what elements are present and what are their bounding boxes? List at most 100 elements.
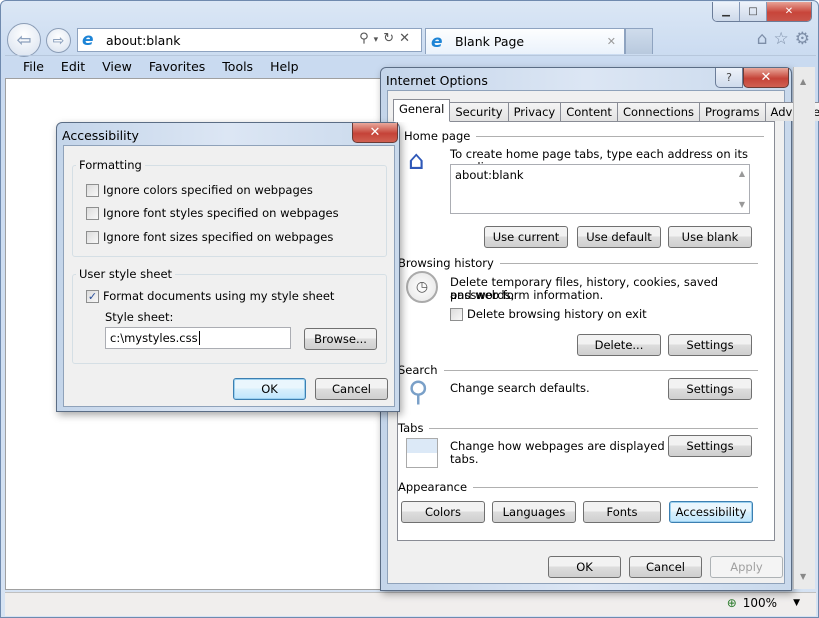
dropdown-icon[interactable]: ▾ [374,35,384,45]
options-tabs: General Security Privacy Content Connect… [393,99,819,122]
dialog-body: General Security Privacy Content Connect… [387,90,819,584]
refresh-icon[interactable]: ↻ [383,31,399,46]
menu-edit[interactable]: Edit [61,59,85,74]
close-dialog-button[interactable]: ✕ [352,123,398,143]
scroll-up-icon[interactable]: ▲ [800,77,806,86]
checkbox-box[interactable] [86,230,99,244]
maximize-button[interactable]: □ [740,2,767,21]
cancel-button[interactable]: Cancel [315,378,388,400]
page-scrollbar[interactable]: ▲ ▼ [793,67,815,589]
style-sheet-input[interactable]: c:\mystyles.css [105,327,291,349]
close-window-button[interactable]: ✕ [767,2,811,21]
format-documents-checkbox[interactable]: ✓ Format documents using my style sheet [86,289,334,303]
delete-history-button[interactable]: Delete... [577,334,661,356]
use-blank-button[interactable]: Use blank [668,226,752,248]
fonts-button[interactable]: Fonts [583,501,661,523]
scroll-down-icon[interactable]: ▼ [800,572,806,581]
tabs-description-1: Change how webpages are displayed in [450,439,679,453]
ok-button[interactable]: OK [233,378,306,400]
home-page-value: about:blank [455,168,524,182]
history-description-2: and web form information. [450,288,604,302]
zoom-control[interactable]: ⊕ 100% ▼ [727,596,800,610]
checkbox-box[interactable] [86,206,99,220]
help-button[interactable]: ? [715,68,743,88]
menu-tools[interactable]: Tools [222,59,253,74]
tab-programs[interactable]: Programs [699,102,766,121]
delete-on-exit-checkbox[interactable]: Delete browsing history on exit [450,307,647,321]
dialog-title: Internet Options [386,73,488,88]
stop-icon[interactable]: ✕ [399,31,415,46]
zoom-level: 100% [742,596,778,610]
zoom-icon: ⊕ [726,596,737,610]
window-caption-buttons: ▁ □ ✕ [712,2,812,22]
status-bar: ⊕ 100% ▼ [5,592,816,616]
ie-logo-icon: e [82,30,94,50]
use-default-button[interactable]: Use default [577,226,661,248]
search-description: Change search defaults. [450,381,590,395]
history-clock-icon: ◷ [406,271,438,303]
address-input[interactable]: about:blank [106,33,181,48]
ignore-colors-checkbox[interactable]: Ignore colors specified on webpages [86,183,313,197]
forward-button[interactable]: ⇨ [46,28,71,53]
accessibility-button[interactable]: Accessibility [669,501,753,523]
browser-tab[interactable]: e Blank Page ✕ [425,28,625,54]
magnifier-icon: ⚲ [408,375,429,408]
tab-general[interactable]: General [393,99,451,122]
tab-connections[interactable]: Connections [616,102,701,121]
favorites-star-icon[interactable]: ☆ [774,29,789,49]
search-settings-button[interactable]: Settings [668,378,752,400]
home-icon: ⌂ [408,146,425,176]
dialog-title: Accessibility [62,128,139,143]
checkbox-label: Ignore font sizes specified on webpages [103,230,334,244]
ignore-font-sizes-checkbox[interactable]: Ignore font sizes specified on webpages [86,230,333,244]
new-tab-button[interactable] [625,28,653,54]
menu-view[interactable]: View [102,59,132,74]
menu-file[interactable]: File [23,59,44,74]
checkbox-label: Format documents using my style sheet [103,289,335,303]
languages-button[interactable]: Languages [492,501,576,523]
zoom-dropdown-icon[interactable]: ▼ [793,598,800,608]
back-button[interactable]: ⇦ [7,23,41,57]
search-icon[interactable]: ⚲ [359,31,374,46]
tab-privacy[interactable]: Privacy [507,102,562,121]
use-current-button[interactable]: Use current [484,226,568,248]
tabs-section: Tabs [398,421,758,435]
menu-favorites[interactable]: Favorites [149,59,205,74]
formatting-label: Formatting [76,158,145,172]
browse-button[interactable]: Browse... [304,328,377,350]
home-page-textarea[interactable]: about:blank ▲ ▼ [450,164,750,214]
tab-security[interactable]: Security [449,102,509,121]
section-label: Appearance [398,480,468,494]
forward-arrow-icon: ⇨ [52,32,65,49]
home-icon[interactable]: ⌂ [757,29,768,49]
minimize-button[interactable]: ▁ [713,2,740,21]
address-bar[interactable]: e about:blank ⚲▾↻✕ [77,28,422,52]
ignore-font-styles-checkbox[interactable]: Ignore font styles specified on webpages [86,206,339,220]
tabs-settings-button[interactable]: Settings [668,435,752,457]
history-settings-button[interactable]: Settings [668,334,752,356]
tabs-description-2: tabs. [450,452,479,466]
tab-content[interactable]: Content [560,102,618,121]
accessibility-dialog: Accessibility ✕ Formatting Ignore colors… [56,122,400,412]
internet-options-dialog: Internet Options ? ✕ General Security Pr… [380,67,819,591]
menu-help[interactable]: Help [270,59,299,74]
tools-gear-icon[interactable]: ⚙ [795,29,810,49]
style-sheet-value: c:\mystyles.css [110,331,198,345]
checkbox-label: Delete browsing history on exit [467,307,647,321]
colors-button[interactable]: Colors [401,501,485,523]
cancel-button[interactable]: Cancel [629,556,702,578]
checkbox-box[interactable]: ✓ [86,289,99,303]
checkbox-box[interactable] [86,183,99,197]
close-tab-icon[interactable]: ✕ [607,35,616,48]
command-icons: ⌂ ☆ ⚙ [757,29,810,49]
apply-button[interactable]: Apply [710,556,783,578]
checkbox-label: Ignore colors specified on webpages [103,183,313,197]
scroll-up-icon[interactable]: ▲ [739,169,745,178]
ie-logo-icon: e [431,31,443,52]
close-dialog-button[interactable]: ✕ [743,68,789,88]
scroll-down-icon[interactable]: ▼ [739,200,745,209]
dialog-body: Formatting Ignore colors specified on we… [63,145,395,407]
help-icon: ? [726,71,732,84]
ok-button[interactable]: OK [548,556,621,578]
checkbox-box[interactable] [450,307,463,321]
